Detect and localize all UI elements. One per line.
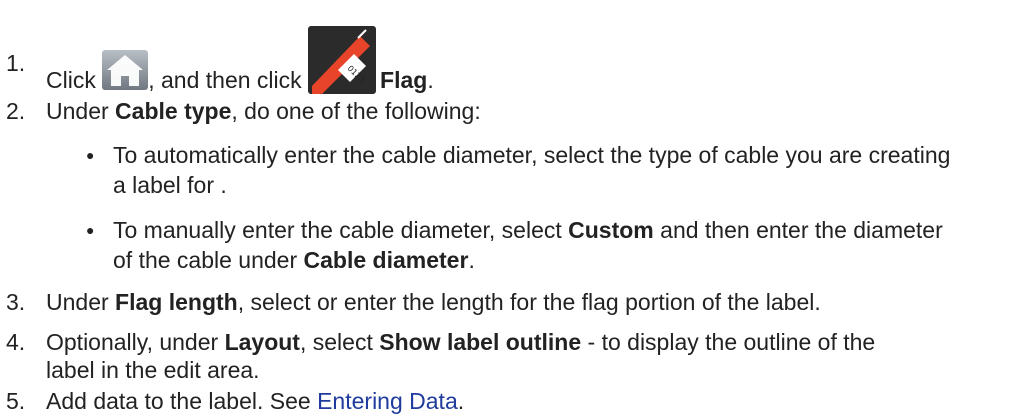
bullet-marker: ● [86,147,95,163]
step-number: 2. [6,98,26,124]
step-number: 1. [6,50,26,76]
step-number: 3. [6,289,26,315]
step-number: 4. [6,329,26,355]
step-text: Under Cable type, do one of the followin… [46,98,481,124]
bullet-text: To automatically enter the cable diamete… [113,142,951,168]
instruction-document: 1. Click , and then click 0123 Flag. 2. … [0,0,1029,415]
step-text: Under Flag length, select or enter the l… [46,289,821,315]
home-icon[interactable] [102,50,149,90]
flag-label-icon[interactable]: 0123 [308,26,377,94]
entering-data-link[interactable]: Entering Data [317,388,458,414]
step-text: Add data to the label. See Entering Data… [46,388,465,414]
bullet-text: To manually enter the cable diameter, se… [113,217,943,243]
bullet-marker: ● [86,222,95,238]
step-text: label in the edit area. [46,357,260,383]
bullet-text: of the cable under Cable diameter. [113,247,475,273]
bullet-text: a label for . [113,172,227,198]
step-number: 5. [6,388,26,414]
step-text: Optionally, under Layout, select Show la… [46,329,876,355]
